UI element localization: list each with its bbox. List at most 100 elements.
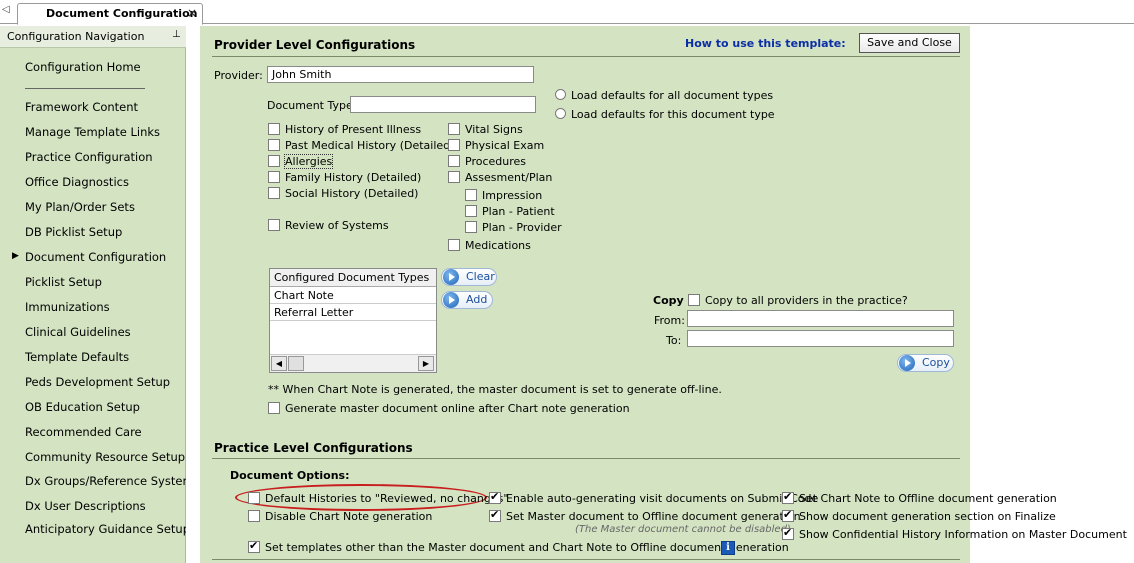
scroll-thumb[interactable] — [288, 356, 304, 371]
checkbox-physical-exam[interactable] — [448, 139, 460, 151]
nav-item-ob-education-setup[interactable]: OB Education Setup — [25, 400, 140, 414]
nav-item-my-plan-order-sets[interactable]: My Plan/Order Sets — [25, 200, 135, 214]
checkbox-allergies[interactable] — [268, 155, 280, 167]
default-histories-label: Default Histories to "Reviewed, no chang… — [265, 492, 509, 505]
nav-item-configuration-home[interactable]: Configuration Home — [25, 60, 141, 74]
clear-button[interactable]: Clear — [441, 268, 497, 286]
divider — [212, 458, 960, 459]
nav-item-immunizations[interactable]: Immunizations — [25, 300, 110, 314]
label-assessment-plan: Assesment/Plan — [465, 171, 553, 184]
checkbox-set-master-offline[interactable] — [489, 508, 501, 522]
document-type-field[interactable] — [350, 96, 536, 113]
practice-section-title: Practice Level Configurations — [214, 441, 413, 455]
chart-note-note: ** When Chart Note is generated, the mas… — [268, 383, 722, 396]
nav-item-document-configuration[interactable]: Document Configuration — [25, 250, 166, 264]
list-item[interactable]: Chart Note — [270, 287, 436, 304]
clear-label: Clear — [466, 270, 495, 283]
nav-item-db-picklist-setup[interactable]: DB Picklist Setup — [25, 225, 122, 239]
nav-item-dx-user-descriptions[interactable]: Dx User Descriptions — [25, 499, 146, 513]
checkbox-set-templates-offline[interactable] — [248, 539, 260, 553]
checkbox-past-medical-history[interactable] — [268, 139, 280, 151]
provider-label: Provider: — [214, 69, 263, 82]
nav-item-community-resource-setup[interactable]: Community Resource Setup — [25, 450, 185, 464]
label-family-history: Family History (Detailed) — [285, 171, 422, 184]
checkbox-set-chartnote-offline[interactable] — [782, 490, 794, 504]
close-icon[interactable]: × — [187, 6, 197, 20]
provider-field[interactable]: John Smith — [267, 66, 534, 83]
checkbox-disable-chart-note[interactable] — [248, 510, 260, 522]
arrow-right-icon — [443, 292, 459, 308]
label-procedures: Procedures — [465, 155, 526, 168]
document-options-label: Document Options: — [230, 469, 350, 482]
label-plan-provider: Plan - Provider — [482, 221, 562, 234]
selected-arrow-icon: ▶ — [12, 251, 19, 261]
checkbox-copy-all-providers[interactable] — [688, 294, 700, 306]
howto-link[interactable]: How to use this template: — [685, 37, 846, 50]
checkbox-show-confidential[interactable] — [782, 526, 794, 540]
to-label: To: — [666, 334, 682, 347]
checkbox-family-history[interactable] — [268, 171, 280, 183]
divider — [212, 559, 960, 560]
label-plan-patient: Plan - Patient — [482, 205, 555, 218]
splitter[interactable] — [186, 26, 200, 563]
pin-icon[interactable]: ⊥ — [172, 29, 181, 40]
nav-item-recommended-care[interactable]: Recommended Care — [25, 425, 142, 439]
scroll-right-icon[interactable]: ▶ — [418, 356, 434, 371]
show-docgen-section-label: Show document generation section on Fina… — [799, 510, 1056, 523]
scroll-left-icon[interactable]: ◀ — [271, 356, 287, 371]
label-allergies: Allergies — [283, 154, 334, 169]
arrow-right-icon — [443, 269, 459, 285]
checkbox-plan-provider[interactable] — [465, 221, 477, 233]
nav-item-framework-content[interactable]: Framework Content — [25, 100, 138, 114]
checkbox-generate-online[interactable] — [268, 402, 280, 414]
nav-item-peds-development-setup[interactable]: Peds Development Setup — [25, 375, 170, 389]
checkbox-default-histories[interactable] — [248, 492, 260, 504]
tab-document-configuration[interactable]: Document Configuration × — [17, 3, 203, 25]
nav-item-template-defaults[interactable]: Template Defaults — [25, 350, 129, 364]
label-social-history: Social History (Detailed) — [285, 187, 419, 200]
label-review-of-systems: Review of Systems — [285, 219, 389, 232]
list-item[interactable]: Referral Letter — [270, 304, 436, 321]
set-master-offline-label: Set Master document to Offline document … — [506, 510, 801, 523]
nav-item-picklist-setup[interactable]: Picklist Setup — [25, 275, 102, 289]
list-header: Configured Document Types — [270, 269, 436, 287]
checkbox-plan-patient[interactable] — [465, 205, 477, 217]
nav-item-office-diagnostics[interactable]: Office Diagnostics — [25, 175, 129, 189]
checkbox-review-of-systems[interactable] — [268, 219, 280, 231]
radio-load-all[interactable] — [555, 89, 566, 100]
label-history-present-illness: History of Present Illness — [285, 123, 422, 136]
from-field[interactable] — [687, 310, 954, 327]
nav-item-dx-groups-reference-systems[interactable]: Dx Groups/Reference Systems — [25, 474, 200, 488]
nav-item-practice-configuration[interactable]: Practice Configuration — [25, 150, 153, 164]
save-and-close-button[interactable]: Save and Close — [859, 33, 960, 53]
generate-online-label: Generate master document online after Ch… — [285, 402, 630, 415]
checkbox-show-docgen-section[interactable] — [782, 508, 794, 522]
checkbox-social-history[interactable] — [268, 187, 280, 199]
radio-load-all-label: Load defaults for all document types — [571, 89, 774, 102]
checkbox-assessment-plan[interactable] — [448, 171, 460, 183]
radio-load-this-label: Load defaults for this document type — [571, 108, 775, 121]
checkbox-medications[interactable] — [448, 239, 460, 251]
checkbox-history-present-illness[interactable] — [268, 123, 280, 135]
tab-scroll-left-icon[interactable]: ◁ — [2, 4, 14, 18]
show-confidential-label: Show Confidential History Information on… — [799, 528, 1127, 541]
checkbox-enable-autogen[interactable] — [489, 490, 501, 504]
to-field[interactable] — [687, 330, 954, 347]
copy-label: Copy — [653, 294, 684, 307]
info-icon[interactable]: i — [721, 541, 735, 555]
nav-item-clinical-guidelines[interactable]: Clinical Guidelines — [25, 325, 131, 339]
radio-load-this[interactable] — [555, 108, 566, 119]
label-impression: Impression — [482, 189, 543, 202]
checkbox-procedures[interactable] — [448, 155, 460, 167]
nav-item-manage-template-links[interactable]: Manage Template Links — [25, 125, 160, 139]
document-type-label: Document Type: — [267, 99, 357, 112]
add-button[interactable]: Add — [441, 291, 493, 309]
nav-item-anticipatory-guidance-setup[interactable]: Anticipatory Guidance Setup — [25, 522, 190, 536]
copy-button[interactable]: Copy — [897, 354, 954, 372]
checkbox-impression[interactable] — [465, 189, 477, 201]
horizontal-scrollbar[interactable]: ◀ ▶ — [270, 354, 436, 372]
checkbox-vital-signs[interactable] — [448, 123, 460, 135]
copy-button-label: Copy — [922, 356, 950, 369]
tab-label: Document Configuration — [46, 7, 198, 20]
enable-autogen-label: Enable auto-generating visit documents o… — [506, 492, 819, 505]
